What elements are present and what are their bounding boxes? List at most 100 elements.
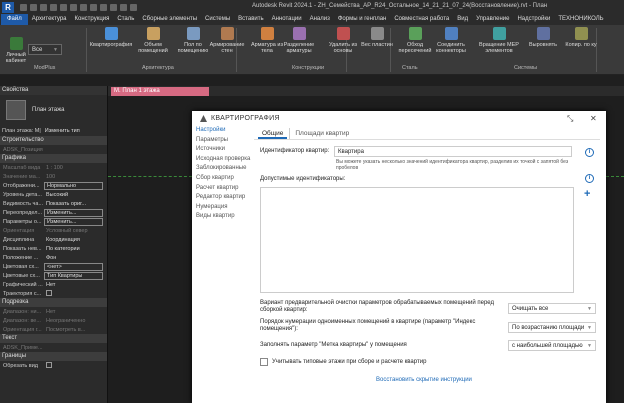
- property-category[interactable]: Границы: [0, 352, 107, 361]
- nav-item-9[interactable]: Виды квартир: [192, 212, 250, 222]
- property-key: Значение ма...: [3, 173, 41, 180]
- property-category[interactable]: Текст: [0, 334, 107, 343]
- ribbon-tab-1[interactable]: Архитектура: [28, 14, 71, 25]
- edit-type-button[interactable]: Изменить тип: [45, 128, 80, 134]
- ribbon-button-label: Вес пластин: [361, 42, 393, 48]
- property-category[interactable]: Графика: [0, 154, 107, 163]
- close-icon[interactable]: ✕: [590, 114, 597, 123]
- collapse-icon[interactable]: ⤡: [567, 114, 573, 124]
- ribbon-button-7[interactable]: Вес пластин: [356, 27, 398, 48]
- window-title: Autodesk Revit 2024.1 - ZH_Семейства_AP_…: [252, 3, 548, 9]
- measure-icon[interactable]: [80, 3, 87, 11]
- ribbon-tab-9[interactable]: Формы и генплан: [334, 14, 390, 25]
- tab-1[interactable]: Площади квартир: [289, 128, 353, 139]
- section-icon[interactable]: [110, 3, 117, 11]
- ribbon-tab-2[interactable]: Конструкция: [71, 14, 114, 25]
- property-key: Масштаб вида: [3, 164, 41, 171]
- property-value[interactable]: [44, 362, 107, 369]
- property-checkbox[interactable]: [46, 290, 52, 297]
- nav-item-3[interactable]: Исходная проверка: [192, 155, 250, 165]
- ribbon-button-12[interactable]: Копир. по ку: [560, 27, 602, 48]
- nav-item-4[interactable]: Заблокированные: [192, 164, 250, 174]
- restore-instructions-link[interactable]: Восстановить скрытие инструкции: [376, 377, 472, 383]
- property-row: ADSK_Приме...: [0, 343, 107, 352]
- instance-filter[interactable]: План этажа: M|: [2, 128, 41, 134]
- property-value[interactable]: [44, 290, 107, 297]
- nav-item-2[interactable]: Источники: [192, 145, 250, 155]
- property-value[interactable]: Нет: [44, 282, 107, 288]
- property-category[interactable]: Подрезка: [0, 298, 107, 307]
- type-selector[interactable]: План этажа: [0, 95, 107, 125]
- nav-item-7[interactable]: Редактор квартир: [192, 193, 250, 203]
- add-icon[interactable]: +: [584, 188, 590, 200]
- property-value[interactable]: Тип Квартиры: [44, 271, 103, 280]
- property-value[interactable]: По категории: [44, 246, 107, 252]
- undo-icon[interactable]: [50, 3, 57, 11]
- apartment-id-hint: Вы можете указать несколько значений иде…: [336, 159, 569, 171]
- ribbon-tab-14[interactable]: ТЕХНОНИКОЛЬ: [554, 14, 607, 25]
- property-value[interactable]: Изменить...: [44, 217, 103, 226]
- text-icon[interactable]: [90, 3, 97, 11]
- property-value[interactable]: <нет>: [44, 262, 103, 271]
- ribbon-tab-12[interactable]: Управление: [472, 14, 513, 25]
- save-icon[interactable]: [30, 3, 37, 11]
- ribbon-button-9[interactable]: Соединить коннекторы: [430, 27, 472, 54]
- 3d-view-icon[interactable]: [100, 3, 107, 11]
- ribbon-tab-11[interactable]: Вид: [453, 14, 472, 25]
- close-hidden-icon[interactable]: [130, 3, 137, 11]
- view-tab-floor-plan[interactable]: M. План 1 этажа: [111, 87, 209, 96]
- typical-floors-checkbox[interactable]: [260, 358, 268, 366]
- nav-item-5[interactable]: Сбор квартир: [192, 174, 250, 184]
- property-value[interactable]: Координация: [44, 237, 107, 243]
- ribbon-tab-6[interactable]: Вставить: [234, 14, 267, 25]
- info-icon[interactable]: i: [585, 148, 594, 157]
- property-value[interactable]: Фон: [44, 255, 107, 261]
- ribbon-tab-8[interactable]: Анализ: [306, 14, 334, 25]
- ribbon-tab-13[interactable]: Надстройки: [513, 14, 554, 25]
- print-icon[interactable]: [70, 3, 77, 11]
- ribbon-button-1[interactable]: Объем помещений: [132, 27, 174, 54]
- ribbon-tab-10[interactable]: Совместная работа: [390, 14, 453, 25]
- redo-icon[interactable]: [60, 3, 67, 11]
- property-value[interactable]: Посмотреть в...: [44, 327, 107, 333]
- property-value[interactable]: Нет: [44, 309, 107, 315]
- allowed-ids-list[interactable]: [260, 187, 574, 293]
- property-value[interactable]: Высокий: [44, 192, 107, 198]
- info-icon[interactable]: i: [585, 174, 594, 183]
- ribbon-button-11[interactable]: Выровнять: [522, 27, 564, 48]
- ribbon-button-0[interactable]: Квартирография: [90, 27, 132, 48]
- nav-item-0[interactable]: Настройки: [192, 126, 250, 136]
- ribbon-button-10[interactable]: Вращение MEP элементов: [478, 27, 520, 54]
- ribbon-button-5[interactable]: Разделение арматуры: [278, 27, 320, 54]
- property-value[interactable]: Неограниченно: [44, 318, 107, 324]
- ribbon-button-3[interactable]: Армирование стен: [206, 27, 248, 54]
- thin-lines-icon[interactable]: [120, 3, 127, 11]
- tab-0[interactable]: Общие: [258, 128, 288, 139]
- property-value[interactable]: 1 : 100: [44, 165, 107, 171]
- ribbon-tab-7[interactable]: Аннотации: [268, 14, 306, 25]
- settings-tabs: Общие Площади квартир: [254, 126, 606, 139]
- property-checkbox[interactable]: [46, 362, 52, 369]
- apartment-mark-select[interactable]: с наибольшей площадью ▼: [508, 340, 596, 351]
- property-value[interactable]: Изменить...: [44, 208, 103, 217]
- nav-item-1[interactable]: Параметры: [192, 136, 250, 146]
- property-category[interactable]: Строительство: [0, 136, 107, 145]
- ribbon-tab-4[interactable]: Сборные элементы: [138, 14, 201, 25]
- nav-item-8[interactable]: Нумерация: [192, 203, 250, 213]
- property-value[interactable]: Показать ориг...: [44, 201, 107, 207]
- ribbon-tab-5[interactable]: Системы: [201, 14, 234, 25]
- open-icon[interactable]: [20, 3, 27, 11]
- property-value[interactable]: Условный север: [44, 228, 107, 234]
- property-value[interactable]: 100: [44, 174, 107, 180]
- preclean-select[interactable]: Очищать все ▼: [508, 303, 596, 314]
- property-key: Ориентация г...: [3, 326, 42, 333]
- revit-logo[interactable]: R: [2, 1, 14, 13]
- nav-item-6[interactable]: Расчет квартир: [192, 184, 250, 194]
- sync-icon[interactable]: [40, 3, 47, 11]
- ribbon-tab-0[interactable]: Файл: [1, 14, 28, 25]
- modplus-filter-select[interactable]: Все ▼: [28, 44, 62, 55]
- numbering-order-select[interactable]: По возрастанию площади ▼: [508, 322, 596, 333]
- ribbon-tab-3[interactable]: Сталь: [113, 14, 138, 25]
- apartment-id-input[interactable]: Квартира: [334, 146, 572, 157]
- property-value[interactable]: Нормально: [44, 181, 103, 190]
